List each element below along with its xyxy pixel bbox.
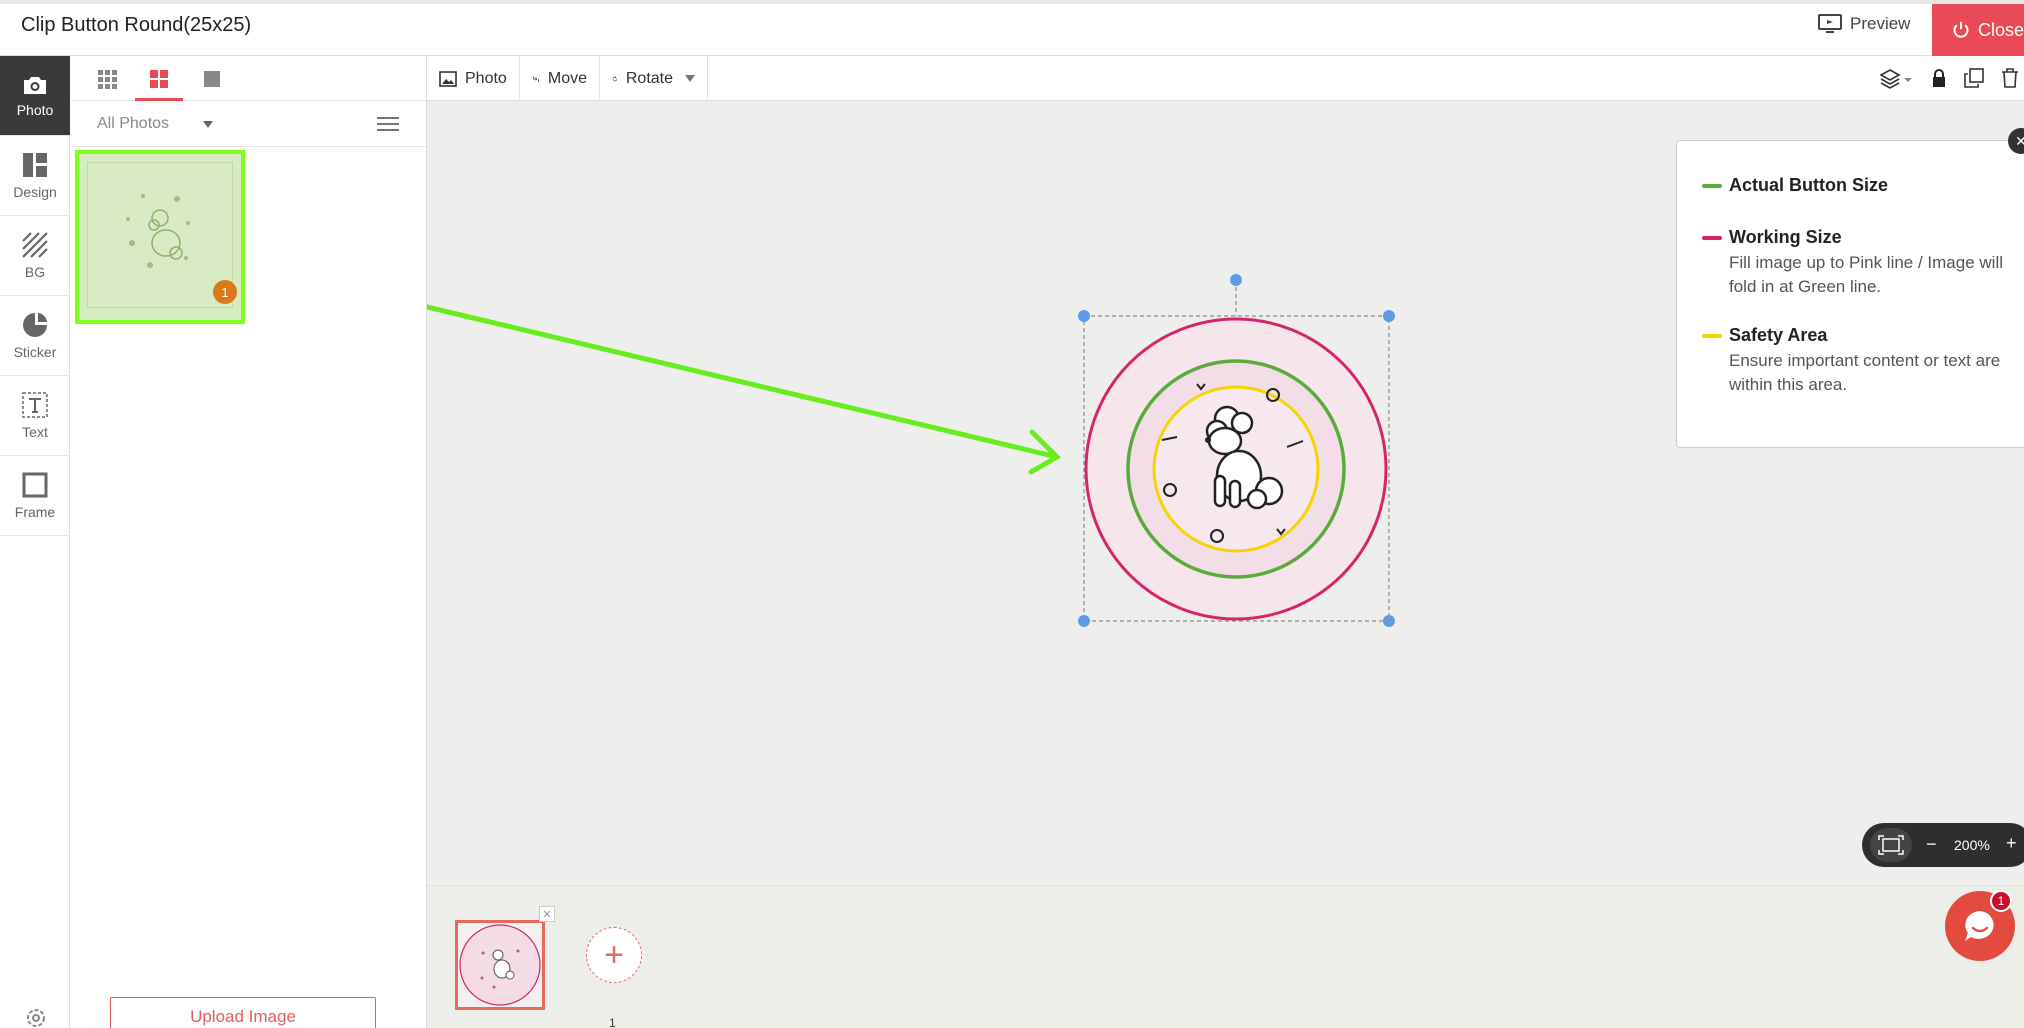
thumbnail-image bbox=[87, 162, 233, 308]
photo-panel: All Photos 1 Upload Image bbox=[71, 56, 427, 1028]
rail-label-frame: Frame bbox=[14, 503, 56, 520]
camera-icon bbox=[24, 76, 46, 94]
album-select[interactable]: All Photos bbox=[97, 115, 169, 133]
rail-label-text: Text bbox=[22, 423, 48, 440]
upload-image-button[interactable]: Upload Image bbox=[110, 997, 376, 1028]
grid-large-icon[interactable] bbox=[201, 68, 223, 90]
filter-row: All Photos bbox=[71, 101, 427, 147]
preview-label: Preview bbox=[1850, 14, 1911, 33]
page-number: 1 bbox=[609, 1016, 616, 1028]
rail-item-text[interactable]: Text bbox=[0, 376, 70, 456]
guide-arrow bbox=[427, 304, 1062, 475]
actual-size-line bbox=[1702, 184, 1722, 188]
rotate-tool-button[interactable]: Rotate bbox=[600, 56, 708, 101]
rotate-tool-label: Rotate bbox=[625, 69, 673, 87]
rail-item-sticker[interactable]: Sticker bbox=[0, 296, 70, 376]
rail-item-bg[interactable]: BG bbox=[0, 216, 70, 296]
move-tool-label: Move bbox=[547, 69, 587, 87]
close-button[interactable]: Close bbox=[1932, 4, 2024, 56]
preview-button[interactable]: Preview bbox=[1818, 14, 1910, 34]
grid-medium-icon[interactable] bbox=[148, 68, 170, 90]
usage-badge: 1 bbox=[213, 280, 237, 304]
layers-icon[interactable] bbox=[1880, 68, 1914, 90]
page-thumbnail[interactable] bbox=[455, 920, 545, 1010]
frame-icon bbox=[22, 472, 48, 497]
zoom-out-button[interactable]: − bbox=[1926, 834, 1937, 855]
rail-item-design[interactable]: Design bbox=[0, 136, 70, 216]
text-icon bbox=[22, 391, 48, 418]
rail-label-bg: BG bbox=[24, 263, 46, 280]
chevron-down-icon[interactable] bbox=[685, 75, 695, 82]
power-icon bbox=[1953, 21, 1969, 38]
image-icon bbox=[439, 70, 457, 87]
legend-title-working: Working Size bbox=[1729, 227, 1842, 247]
legend-desc-safety: Ensure important content or text are wit… bbox=[1729, 351, 2001, 394]
add-page-button[interactable]: + bbox=[586, 927, 642, 983]
page-filmstrip: ✕ + 1 bbox=[427, 885, 2024, 1028]
close-icon[interactable]: ✕ bbox=[539, 906, 555, 922]
rail-label-design: Design bbox=[13, 183, 57, 200]
legend-title-safety: Safety Area bbox=[1729, 325, 1828, 345]
poodle-thumbnail-icon bbox=[126, 194, 190, 268]
settings-icon[interactable] bbox=[24, 1006, 48, 1028]
photo-tool-button[interactable]: Photo bbox=[427, 56, 520, 101]
sticker-icon bbox=[23, 312, 47, 337]
photo-thumbnail[interactable]: 1 bbox=[75, 150, 245, 324]
close-label: Close bbox=[1977, 19, 2024, 40]
chevron-down-icon[interactable] bbox=[203, 121, 213, 128]
rail-item-photo[interactable]: Photo bbox=[0, 56, 70, 136]
zoom-in-button[interactable]: + bbox=[2006, 833, 2017, 854]
working-size-line bbox=[1702, 236, 1722, 240]
lock-icon[interactable] bbox=[1930, 68, 1948, 88]
rotate-icon bbox=[612, 75, 618, 81]
page-preview-icon bbox=[459, 924, 541, 1006]
rail-item-frame[interactable]: Frame bbox=[0, 456, 70, 536]
fit-screen-button[interactable] bbox=[1870, 828, 1912, 862]
rail-label-sticker: Sticker bbox=[13, 343, 57, 360]
monitor-icon bbox=[1818, 14, 1842, 33]
chat-notification-badge: 1 bbox=[1990, 890, 2012, 912]
zoom-controls: − 200% + bbox=[1862, 823, 2024, 867]
fit-screen-icon bbox=[1878, 835, 1904, 855]
photo-tool-label: Photo bbox=[465, 69, 507, 87]
legend-desc-working: Fill image up to Pink line / Image will … bbox=[1729, 253, 2004, 296]
menu-icon[interactable] bbox=[377, 116, 399, 132]
top-bar bbox=[0, 0, 2024, 56]
move-tool-button[interactable]: Move bbox=[520, 56, 600, 101]
duplicate-icon[interactable] bbox=[1964, 68, 1984, 88]
edit-toolbar: Photo Move Rotate bbox=[427, 56, 2024, 101]
view-tabs bbox=[71, 56, 427, 101]
stripes-icon bbox=[22, 231, 48, 258]
safety-area-line bbox=[1702, 334, 1722, 338]
rail-label-photo: Photo bbox=[16, 101, 54, 118]
move-icon bbox=[532, 75, 539, 82]
grid-small-icon[interactable] bbox=[96, 68, 118, 90]
chat-bubble-icon bbox=[1965, 911, 1994, 941]
zoom-level: 200% bbox=[1954, 837, 1990, 853]
tool-rail: Photo Design BG Sticker Text Frame bbox=[0, 56, 70, 1028]
size-legend-card: Actual Button Size Working Size Fill ima… bbox=[1676, 140, 2024, 448]
legend-title-actual: Actual Button Size bbox=[1729, 175, 1889, 195]
trash-icon[interactable] bbox=[2001, 68, 2019, 88]
page-title: Clip Button Round(25x25) bbox=[21, 14, 252, 36]
layout-icon bbox=[23, 152, 47, 177]
